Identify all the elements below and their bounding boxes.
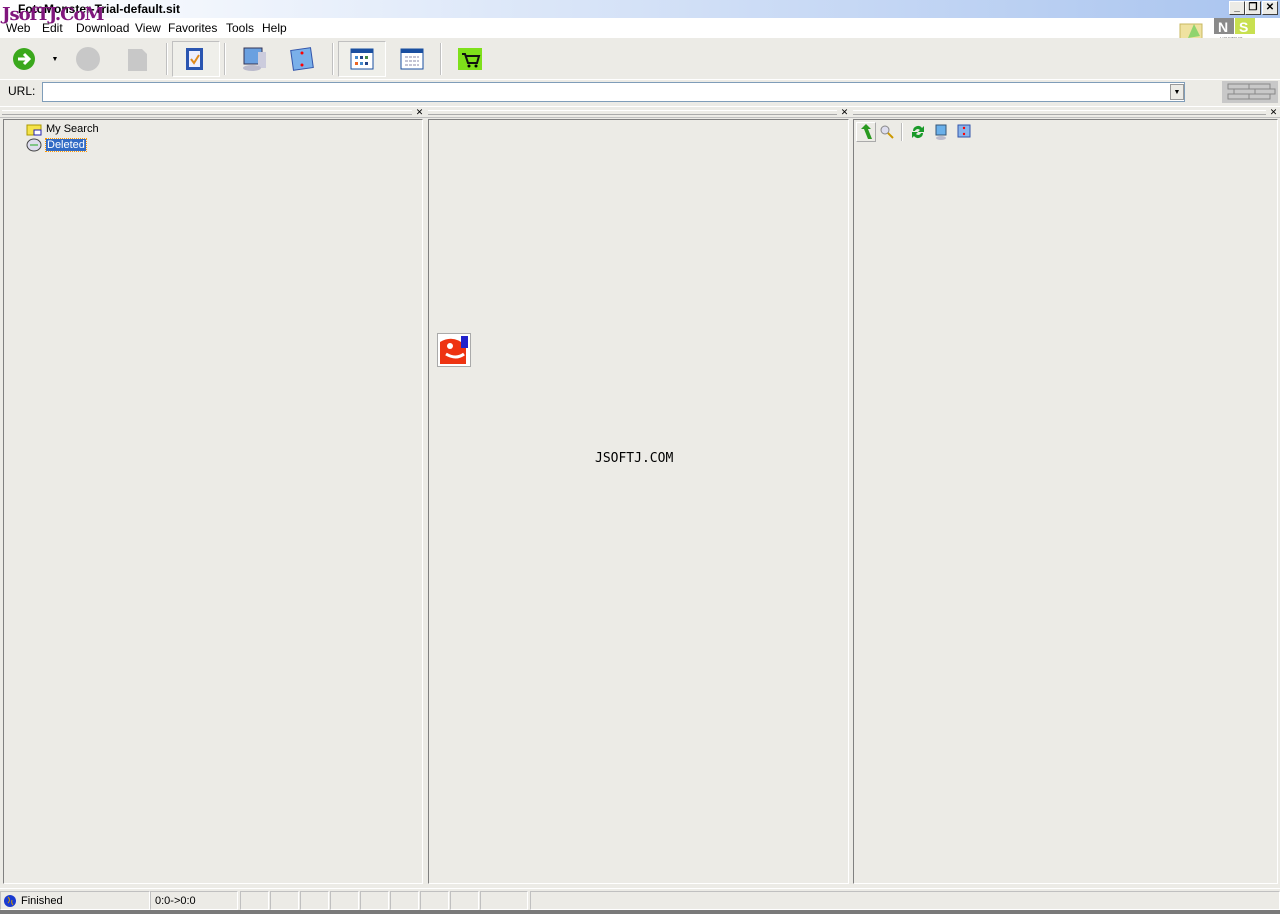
close-pane-button[interactable]: ✕ (414, 107, 425, 118)
svg-text:N: N (1218, 19, 1228, 35)
buy-button[interactable] (448, 41, 492, 77)
list-view-button[interactable] (390, 41, 434, 77)
close-button[interactable]: ✕ (1262, 1, 1278, 15)
preview-pane: ✕ (851, 106, 1280, 884)
tree-pane: ✕ My Search Deleted (0, 106, 426, 884)
checklist-button[interactable] (172, 41, 220, 77)
url-bar: URL: ▼ (0, 81, 1280, 103)
stop-button[interactable] (66, 41, 110, 77)
list-view-icon (400, 48, 424, 70)
dropdown-arrow-icon: ▼ (51, 55, 59, 63)
close-pane-button[interactable]: ✕ (1268, 107, 1279, 118)
zoom-icon[interactable] (880, 125, 894, 139)
computer-icon (243, 47, 266, 71)
url-label: URL: (8, 84, 36, 98)
resize-button[interactable] (280, 41, 324, 77)
toolbar: ▼ (0, 38, 1280, 80)
brick-icon (1222, 81, 1278, 103)
page-icon (128, 49, 147, 71)
tree-item-deleted[interactable]: Deleted (26, 138, 87, 152)
close-pane-button[interactable]: ✕ (839, 107, 850, 118)
watermark-logo: JsofTJ.CoM (2, 4, 104, 25)
checklist-icon (186, 48, 203, 70)
refresh-icon[interactable] (910, 124, 926, 140)
menu-help[interactable]: Help (262, 21, 287, 35)
monster-thumbnail-icon[interactable] (437, 333, 471, 367)
center-watermark: JSOFTJ.COM (595, 451, 674, 466)
computer-button[interactable] (232, 41, 276, 77)
status-text: Finished (0, 891, 150, 910)
recycle-bin-icon (26, 138, 42, 152)
menu-view[interactable]: View (135, 21, 161, 35)
status-position: 0:0->0:0 (150, 891, 238, 910)
menu-bar: Web Edit Download View Favorites Tools H… (0, 18, 1280, 43)
search-folder-icon (26, 124, 42, 136)
page-button[interactable] (116, 41, 160, 77)
up-arrow-icon (861, 124, 872, 139)
stop-icon (76, 47, 100, 71)
restore-button[interactable]: ❐ (1245, 1, 1261, 15)
status-bar: Finished 0:0->0:0 (0, 888, 1280, 910)
shopping-cart-icon (458, 48, 482, 70)
menu-favorites[interactable]: Favorites (168, 21, 217, 35)
go-dropdown[interactable]: ▼ (45, 41, 65, 77)
grid-view-button[interactable] (338, 41, 386, 77)
resize-icon (290, 47, 314, 71)
tree-item-my-search[interactable]: My Search (26, 122, 99, 136)
menu-tools[interactable]: Tools (226, 21, 254, 35)
go-arrow-icon (13, 48, 35, 70)
svg-text:S: S (1239, 19, 1248, 35)
title-bar: FotoMonster-Trial-default.sit _ ❐ ✕ (0, 0, 1280, 18)
go-button[interactable] (2, 41, 46, 77)
globe-icon (4, 895, 16, 907)
computer-icon[interactable] (934, 124, 948, 140)
center-pane: ✕ JSOFTJ.COM (426, 106, 851, 884)
url-input[interactable] (42, 82, 1185, 102)
grid-view-icon (350, 48, 374, 70)
url-dropdown-button[interactable]: ▼ (1170, 84, 1184, 100)
up-button[interactable] (856, 122, 876, 142)
resize-icon[interactable] (957, 124, 971, 138)
